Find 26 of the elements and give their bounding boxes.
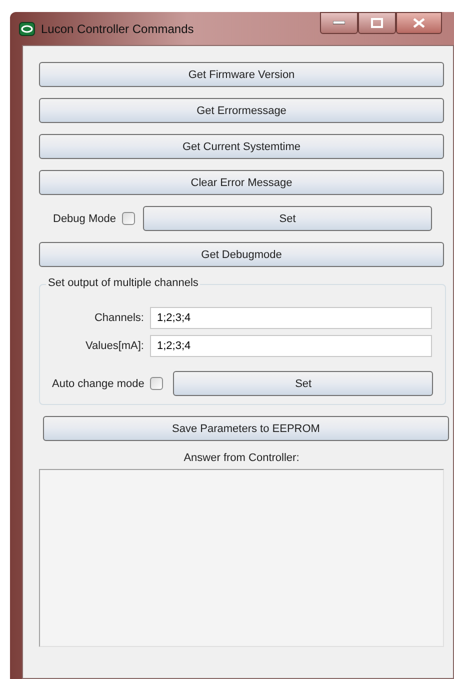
command-button[interactable]: Get Errormessage	[39, 98, 444, 123]
command-button[interactable]: Get Current Systemtime	[39, 134, 444, 159]
input-field[interactable]: 1;2;3;4	[150, 335, 432, 357]
field-label: Values[mA]:	[84, 340, 144, 352]
answer-label: Answer from Controller:	[184, 452, 300, 464]
app-icon	[19, 22, 35, 36]
auto-change-label: Auto change mode	[52, 378, 144, 390]
save-button[interactable]: Save Parameters to EEPROM	[43, 416, 449, 441]
debug-mode-label: Debug Mode	[53, 212, 116, 224]
command-button[interactable]: Clear Error Message	[39, 170, 444, 195]
maximize-icon	[371, 18, 383, 28]
window-title: Lucon Controller Commands	[41, 22, 194, 36]
field-label: Channels:	[93, 312, 144, 324]
checkbox[interactable]	[150, 377, 164, 390]
command-button[interactable]: Get Firmware Version	[39, 62, 444, 87]
checkbox[interactable]	[122, 212, 135, 225]
group-title: Set output of multiple channels	[46, 277, 200, 289]
get-debugmode-button[interactable]: Get Debugmode	[39, 242, 444, 267]
input-field[interactable]: 1;2;3;4	[150, 307, 432, 329]
set-button[interactable]: Set	[173, 371, 434, 396]
maximize-button[interactable]	[358, 12, 396, 34]
minimize-button[interactable]	[320, 12, 358, 34]
set-button[interactable]: Set	[143, 206, 432, 231]
close-icon	[413, 18, 425, 28]
close-button[interactable]	[396, 12, 442, 34]
minimize-icon	[333, 21, 345, 25]
